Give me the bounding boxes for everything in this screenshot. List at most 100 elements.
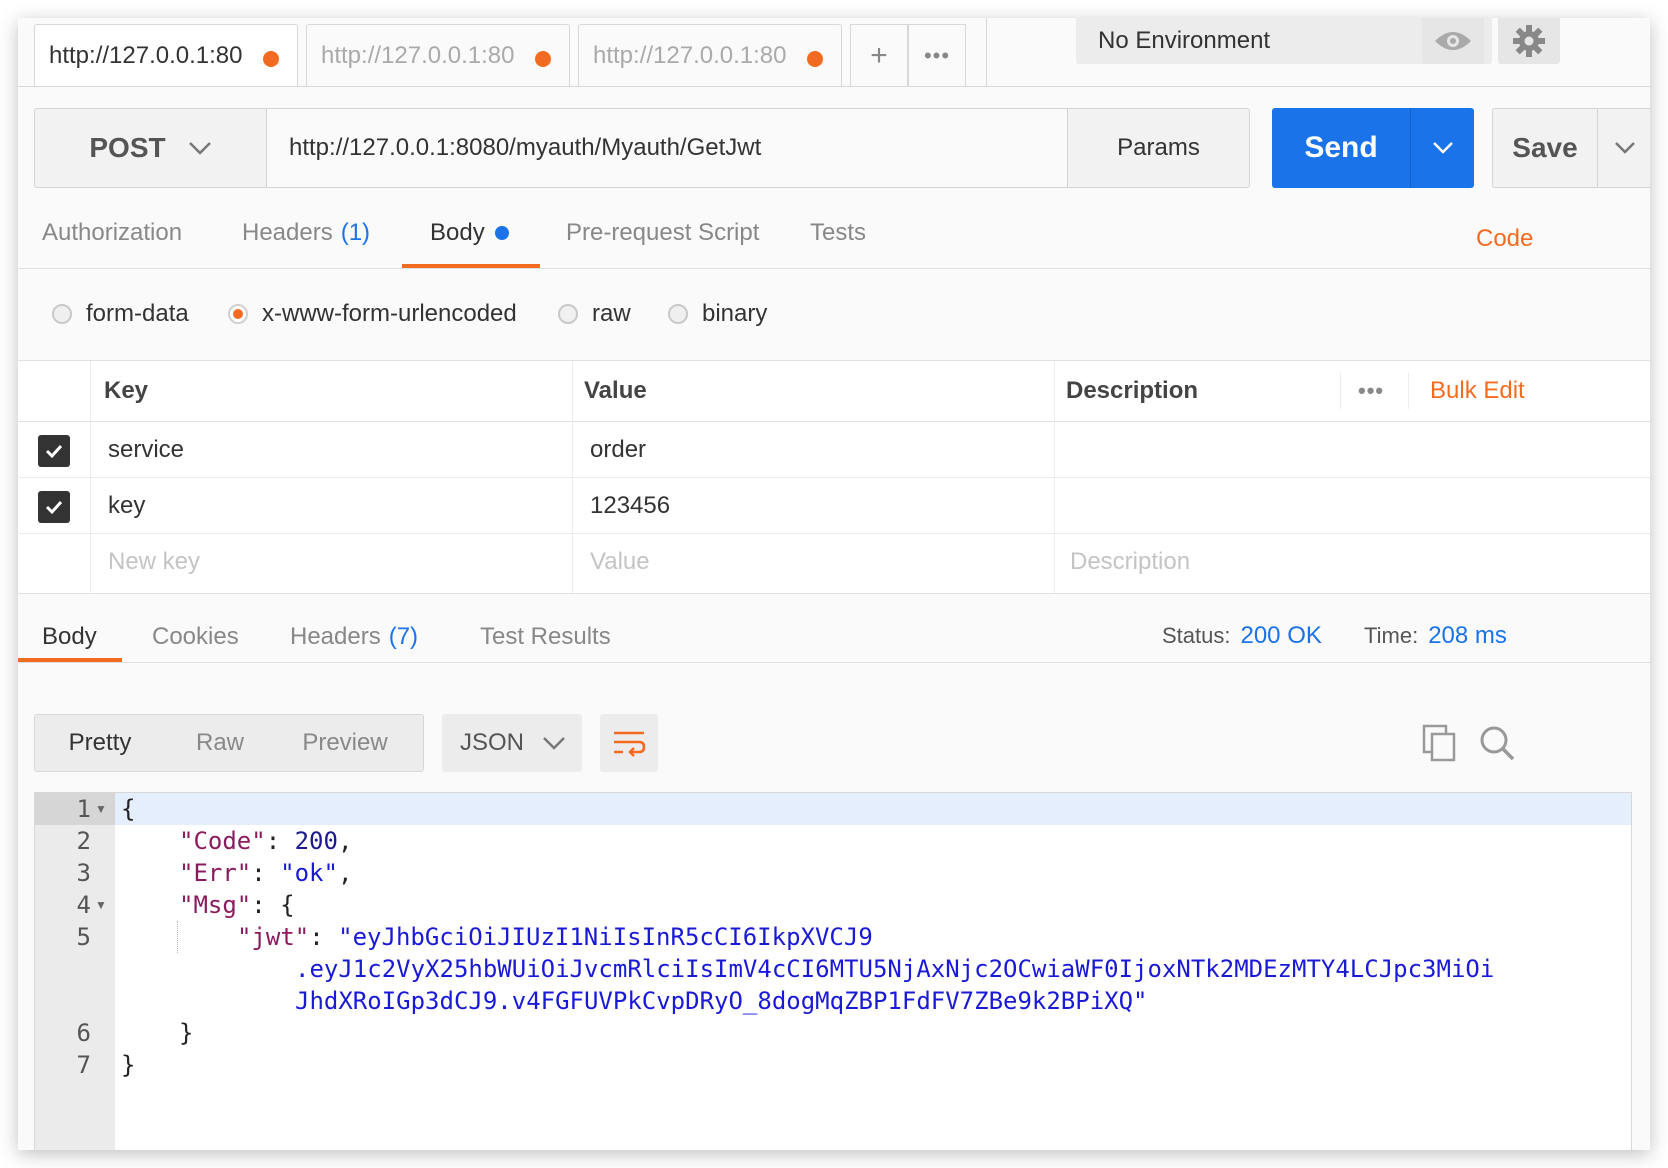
tab-tests[interactable]: Tests (810, 208, 866, 258)
table-options-button[interactable]: ••• (1358, 361, 1384, 421)
code-line: "Code": 200, (179, 827, 353, 855)
response-status: Status: 200 OK (1162, 616, 1322, 656)
send-options-button[interactable] (1411, 108, 1474, 188)
unsaved-dot-icon (807, 51, 823, 67)
tab-label: Cookies (152, 623, 239, 650)
indent-guide (177, 921, 178, 953)
line-number: 6 (76, 1019, 91, 1047)
line-number: 3 (76, 859, 91, 887)
url-input[interactable]: http://127.0.0.1:8080/myauth/Myauth/GetJ… (267, 109, 1067, 187)
environment-quick-look-button[interactable] (1422, 18, 1484, 64)
row-enabled-checkbox[interactable] (38, 491, 70, 523)
line-number: 4 (76, 891, 91, 919)
chevron-down-icon (1615, 142, 1635, 154)
param-value-cell[interactable]: 123456 (590, 477, 670, 535)
save-options-button[interactable] (1598, 109, 1650, 187)
tab-headers[interactable]: Headers (1) (242, 208, 370, 258)
view-pretty-button[interactable]: Pretty (35, 715, 165, 771)
param-key-cell[interactable]: key (108, 477, 145, 535)
tab-body[interactable]: Body (430, 208, 509, 258)
request-tab-label: http://127.0.0.1:80 (321, 41, 515, 69)
tab-label: Body (42, 623, 97, 650)
tab-prerequest-script[interactable]: Pre-request Script (566, 208, 759, 258)
status-label: Status: (1162, 623, 1231, 648)
row-enabled-checkbox[interactable] (38, 435, 70, 467)
divider (1408, 373, 1409, 409)
new-description-input[interactable]: Description (1070, 533, 1190, 591)
chevron-down-icon (543, 737, 565, 750)
params-button[interactable]: Params (1067, 109, 1249, 187)
search-button[interactable] (1478, 724, 1516, 767)
code-link[interactable]: Code (1476, 214, 1533, 264)
view-preview-button[interactable]: Preview (275, 715, 415, 771)
tab-authorization[interactable]: Authorization (42, 208, 182, 258)
column-header-key: Key (104, 377, 149, 404)
param-key-cell[interactable]: service (108, 421, 184, 479)
view-mode-toggle: Pretty Raw Preview (34, 714, 424, 772)
radio-label: raw (592, 300, 631, 327)
postman-window: http://127.0.0.1:80 http://127.0.0.1:80 … (18, 18, 1650, 1150)
headers-count: (1) (340, 219, 371, 246)
fold-toggle-icon[interactable]: ▼ (95, 793, 109, 825)
save-label: Save (1512, 132, 1578, 163)
bulk-edit-label: Bulk Edit (1430, 377, 1525, 404)
time-label: Time: (1364, 623, 1419, 648)
radio-icon (52, 304, 72, 324)
new-value-input[interactable]: Value (590, 533, 650, 591)
request-tab-label: http://127.0.0.1:80 (49, 41, 243, 69)
tab-label: Body (430, 219, 485, 246)
radio-form-data[interactable]: form-data (52, 294, 189, 334)
copy-icon (1422, 724, 1456, 762)
time-value: 208 ms (1428, 622, 1507, 649)
method-select[interactable]: POST (35, 109, 267, 187)
status-value: 200 OK (1240, 622, 1322, 649)
format-select[interactable]: JSON (442, 714, 582, 772)
request-tab-2[interactable]: http://127.0.0.1:80 (306, 24, 570, 86)
checkbox-checked-icon (38, 435, 70, 467)
view-raw-button[interactable]: Raw (165, 715, 275, 771)
wrap-lines-button[interactable] (600, 714, 658, 772)
response-tab-cookies[interactable]: Cookies (152, 612, 239, 662)
more-icon: ••• (1358, 378, 1385, 403)
plus-icon: + (870, 38, 888, 72)
fold-toggle-icon[interactable]: ▼ (95, 889, 109, 921)
radio-binary[interactable]: binary (668, 294, 767, 334)
send-button[interactable]: Send (1272, 108, 1474, 188)
tabstrip-divider (18, 86, 1650, 87)
divider (18, 533, 1650, 534)
code-line: "Msg": { (179, 891, 295, 919)
radio-raw[interactable]: raw (558, 294, 631, 334)
response-tab-headers[interactable]: Headers (7) (290, 612, 418, 662)
save-button[interactable]: Save (1492, 108, 1650, 188)
headers-count: (7) (388, 623, 419, 650)
tab-label: Pre-request Script (566, 219, 760, 246)
response-body-editor[interactable]: 1 2 3 4 5 6 7 ▼ ▼ { "Code": 200, "Err": … (34, 792, 1632, 1150)
copy-button[interactable] (1422, 724, 1458, 767)
line-number: 2 (76, 827, 91, 855)
code-line-wrapped: .eyJ1c2VyX25hbWUiOiJvcmRlciIsImV4cCI6MTU… (295, 955, 1495, 983)
radio-x-www-form-urlencoded[interactable]: x-www-form-urlencoded (228, 294, 517, 334)
send-label: Send (1304, 131, 1378, 164)
unsaved-dot-icon (263, 51, 279, 67)
method-label: POST (89, 132, 166, 163)
param-value-cell[interactable]: order (590, 421, 646, 479)
new-key-input[interactable]: New key (108, 533, 200, 591)
bulk-edit-link[interactable]: Bulk Edit (1430, 361, 1525, 421)
response-tab-test-results[interactable]: Test Results (480, 612, 611, 662)
param-description-cell[interactable] (1070, 421, 1630, 479)
search-icon (1480, 726, 1515, 761)
response-tab-body[interactable]: Body (42, 612, 97, 662)
new-tab-button[interactable]: + (850, 24, 908, 86)
tab-label: Authorization (42, 219, 183, 246)
line-number: 7 (76, 1051, 91, 1079)
unsaved-dot-icon (535, 51, 551, 67)
tab-options-button[interactable]: ••• (908, 24, 966, 86)
request-tab-3[interactable]: http://127.0.0.1:80 (578, 24, 842, 86)
code-line: } (179, 1019, 194, 1047)
param-description-cell[interactable] (1070, 477, 1630, 535)
divider (18, 268, 1650, 269)
request-tab-1[interactable]: http://127.0.0.1:80 (34, 24, 298, 86)
response-time: Time: 208 ms (1364, 616, 1507, 656)
settings-button[interactable] (1498, 18, 1560, 64)
code-line: "jwt": "eyJhbGciOiJIUzI1NiIsInR5cCI6IkpX… (237, 923, 873, 951)
